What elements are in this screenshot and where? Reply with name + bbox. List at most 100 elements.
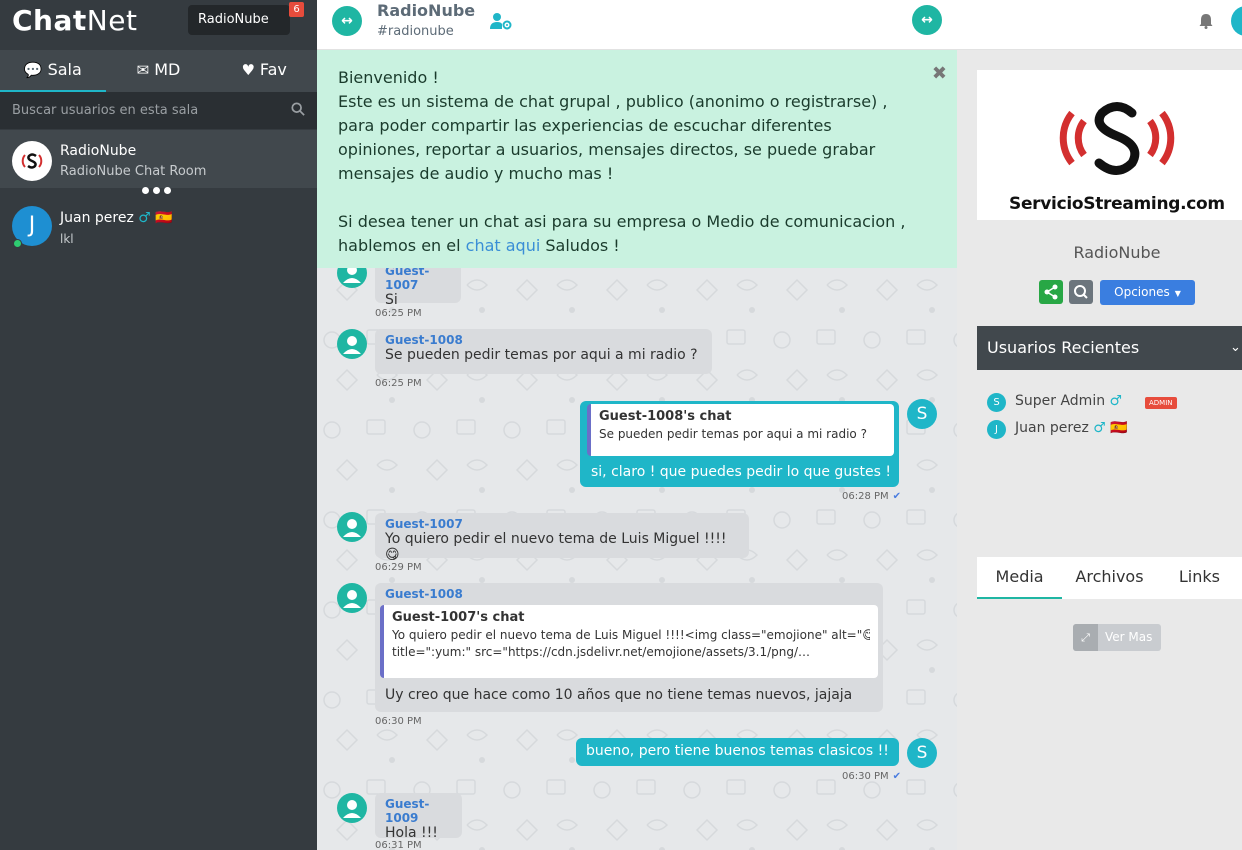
tab-md[interactable]: ✉ MD	[106, 50, 212, 92]
message-text: Hola !!!	[385, 825, 438, 841]
expand-icon: ⤢	[1073, 624, 1098, 651]
user-settings-icon[interactable]	[490, 12, 512, 30]
spain-flag-icon: 🇪🇸	[155, 210, 173, 226]
tab-fav[interactable]: ♥ Fav	[211, 50, 317, 92]
message-text: Si	[385, 292, 398, 308]
online-status-dot	[13, 239, 22, 248]
room-selector-label: RadioNube	[198, 12, 269, 27]
room-info-panel: ServicioStreaming.com RadioNube Opciones…	[957, 50, 1242, 850]
streaming-logo-icon	[21, 153, 43, 169]
guest-avatar[interactable]	[337, 512, 367, 542]
sidebar-user-item[interactable]: J Juan perez ♂ 🇪🇸 lkl	[0, 197, 317, 255]
message-bubble[interactable]: Guest-1009 Hola !!!	[375, 793, 462, 841]
sidebar-room-item[interactable]: RadioNube RadioNube Chat Room	[0, 130, 317, 188]
male-icon: ♂	[1109, 393, 1123, 409]
own-avatar[interactable]: S	[907, 399, 937, 429]
chat-messages-area[interactable]: Bienvenido ! Este es un sistema de chat …	[317, 50, 957, 850]
bell-icon[interactable]	[1199, 13, 1213, 29]
share-button[interactable]	[1039, 280, 1063, 304]
room-subtitle: RadioNube Chat Room	[60, 164, 207, 179]
male-icon: ♂	[138, 210, 151, 226]
message-author[interactable]: Guest-1009	[385, 797, 452, 825]
message-text: Yo quiero pedir el nuevo tema de Luis Mi…	[385, 531, 727, 563]
tab-archivos[interactable]: Archivos	[1062, 557, 1157, 599]
message-time: 06:30 PM	[375, 716, 422, 727]
tab-sala[interactable]: 💬 Sala	[0, 50, 106, 92]
recent-user-item[interactable]: J Juan perez ♂ 🇪🇸	[987, 418, 1187, 440]
quoted-message: Guest-1008's chat Se pueden pedir temas …	[587, 404, 894, 456]
logo-text: ServicioStreaming.com	[1009, 194, 1225, 214]
message-text: si, claro ! que puedes pedir lo que gust…	[591, 464, 891, 480]
search-button[interactable]	[1069, 280, 1093, 304]
message-time: 06:30 PM ✔	[842, 771, 902, 782]
message-text: Uy creo que hace como 10 años que no tie…	[385, 687, 853, 703]
message-bubble[interactable]: Guest-1008 Guest-1007's chat Yo quiero p…	[375, 583, 883, 712]
guest-avatar[interactable]	[337, 583, 367, 613]
chat-header: ↔ RadioNube #radionube ↔	[317, 0, 1242, 50]
tab-media[interactable]: Media	[977, 557, 1063, 599]
search-icon[interactable]	[291, 102, 305, 116]
toggle-left-panel-button[interactable]: ↔	[332, 6, 362, 36]
message-time: 06:28 PM ✔	[842, 491, 902, 502]
message-time: 06:25 PM	[375, 378, 422, 389]
room-selector[interactable]: RadioNube	[188, 5, 290, 35]
current-user-avatar[interactable]	[1231, 6, 1242, 36]
room-avatar	[12, 141, 52, 181]
message-author[interactable]: Guest-1008	[385, 333, 702, 347]
media-tabs: Media Archivos Links	[977, 557, 1242, 599]
message-time: 06:29 PM	[375, 562, 422, 573]
arrows-horizontal-icon: ↔	[921, 12, 933, 28]
message-time: 06:31 PM	[375, 840, 422, 850]
typing-indicator	[142, 187, 171, 194]
quoted-message: Guest-1007's chat Yo quiero pedir el nue…	[380, 605, 878, 678]
share-icon	[1044, 284, 1058, 300]
chat-link[interactable]: chat aqui	[466, 236, 541, 255]
room-logo: ServicioStreaming.com	[977, 70, 1242, 220]
sidebar-tabs: 💬 Sala ✉ MD ♥ Fav	[0, 50, 317, 92]
message-bubble[interactable]: Guest-1008 Se pueden pedir temas por aqu…	[375, 329, 712, 374]
room-count-badge: 6	[289, 2, 304, 17]
room-handle: #radionube	[377, 24, 454, 39]
message-author[interactable]: Guest-1008	[385, 587, 873, 601]
streaming-logo-icon	[1059, 102, 1175, 175]
user-status: lkl	[60, 232, 74, 246]
options-dropdown-button[interactable]: Opciones ▼	[1100, 280, 1195, 305]
user-search	[0, 92, 317, 129]
avatar: J	[987, 420, 1006, 439]
recent-users-header[interactable]: Usuarios Recientes ⌄	[977, 326, 1242, 370]
message-author[interactable]: Guest-1007	[385, 264, 451, 292]
user-search-input[interactable]	[0, 92, 317, 129]
message-text: Se pueden pedir temas por aqui a mi radi…	[385, 347, 698, 363]
guest-avatar[interactable]	[337, 329, 367, 359]
app-logo: ChatNet	[12, 4, 138, 37]
message-bubble[interactable]: Guest-1007 Yo quiero pedir el nuevo tema…	[375, 513, 749, 563]
comments-icon: 💬	[23, 61, 43, 79]
tab-links[interactable]: Links	[1157, 557, 1242, 599]
own-message-bubble[interactable]: bueno, pero tiene buenos temas clasicos …	[576, 738, 899, 766]
search-icon	[1074, 285, 1088, 299]
message-author[interactable]: Guest-1007	[385, 517, 739, 531]
toggle-right-panel-button[interactable]: ↔	[912, 5, 942, 35]
own-avatar[interactable]: S	[907, 738, 937, 768]
guest-avatar[interactable]	[337, 793, 367, 823]
message-text: bueno, pero tiene buenos temas clasicos …	[586, 743, 889, 759]
room-name: RadioNube	[60, 143, 137, 159]
admin-badge: ADMIN	[1145, 397, 1177, 409]
chevron-down-icon: ⌄	[1230, 340, 1241, 355]
avatar: S	[987, 393, 1006, 412]
male-icon: ♂	[1093, 420, 1106, 436]
user-name: Juan perez ♂ 🇪🇸	[60, 210, 173, 226]
read-check-icon: ✔	[892, 771, 902, 782]
close-icon[interactable]: ✖	[932, 62, 947, 86]
arrows-horizontal-icon: ↔	[341, 13, 353, 29]
welcome-banner: Bienvenido ! Este es un sistema de chat …	[317, 50, 957, 268]
read-check-icon: ✔	[892, 491, 902, 502]
envelope-icon: ✉	[136, 61, 150, 79]
page-title: RadioNube	[377, 1, 476, 20]
spain-flag-icon: 🇪🇸	[1110, 420, 1128, 436]
ver-mas-button[interactable]: ⤢ Ver Mas	[1073, 624, 1161, 651]
caret-down-icon: ▼	[1174, 289, 1181, 298]
own-message-bubble[interactable]: Guest-1008's chat Se pueden pedir temas …	[580, 401, 899, 487]
heart-icon: ♥	[241, 61, 255, 79]
left-sidebar: ChatNet RadioNube 6 💬Sala ✉MD ♥Fav Radio…	[0, 0, 317, 850]
